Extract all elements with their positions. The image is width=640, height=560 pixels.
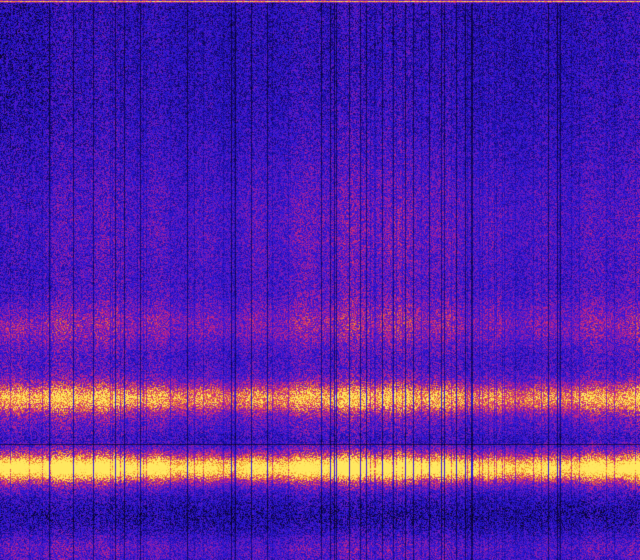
spectrogram-image [0,0,640,560]
